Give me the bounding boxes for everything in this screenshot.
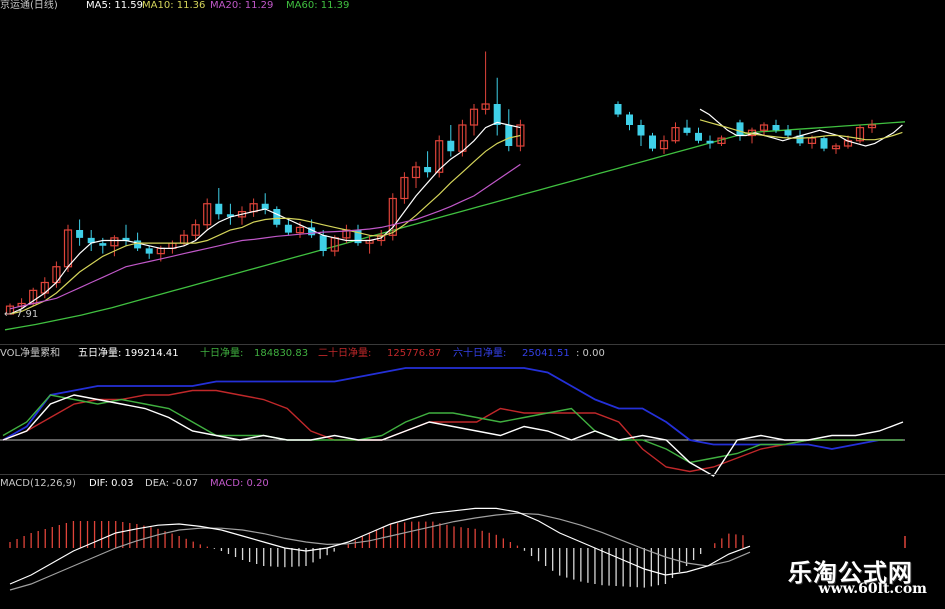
- candle-candle-down: [76, 230, 84, 238]
- ten-day-net-line: [2, 394, 903, 464]
- ma20-line: [9, 163, 521, 310]
- candle-candle-down: [215, 203, 223, 215]
- stock-chart-window: { "price_header": { "title": "京运通(日线)", …: [0, 0, 945, 609]
- dea-line: [9, 512, 751, 591]
- candle-b-candle-down: [706, 140, 714, 144]
- twenty-day-net-label: 二十日净量:: [318, 348, 372, 359]
- candle-candle-down: [134, 240, 142, 249]
- ma60-label: MA60: 11.39: [286, 0, 350, 11]
- candle-candle-down: [447, 140, 455, 152]
- candle-b-candle-down: [649, 135, 656, 149]
- volume-net-panel: [0, 367, 905, 477]
- panel-divider-1: [0, 344, 945, 345]
- candle-b-candle-down: [626, 114, 633, 125]
- low-price-arrow: ←: [4, 309, 13, 320]
- candle-b-candle-down: [637, 125, 645, 136]
- candle-candle-down: [319, 235, 327, 251]
- ma20-label: MA20: 11.29: [210, 0, 274, 11]
- candle-candle-down: [261, 203, 269, 209]
- candle-c-candle-down: [772, 125, 780, 131]
- candle-candle-down: [505, 125, 513, 146]
- candle-c-candle-down: [736, 122, 744, 136]
- macd-value-label: MACD: 0.20: [210, 478, 269, 489]
- candle-b-candle-down: [683, 127, 691, 133]
- panel-divider-2: [0, 474, 945, 475]
- ten-day-net-label: 十日净量:: [200, 348, 244, 359]
- sixty-day-net-label: 六十日净量:: [453, 348, 507, 359]
- candle-candle-down: [284, 224, 292, 233]
- candle-c-candle-down: [784, 130, 792, 136]
- watermark-line2: www.60lt.com: [818, 581, 927, 597]
- candle-b-candle-down: [695, 132, 702, 141]
- dif-label: DIF: 0.03: [89, 478, 134, 489]
- ma5-label: MA5: 11.59: [86, 0, 144, 11]
- five-day-net-line: [2, 394, 904, 477]
- candle-candle-down: [424, 167, 432, 173]
- candle-b-candle-down: [614, 104, 622, 115]
- ma60-line: [4, 121, 906, 331]
- five-day-net: 五日净量: 199214.41: [78, 348, 179, 359]
- watermark-logo: 乐淘公式网 www.60lt.com: [767, 549, 937, 603]
- price-panel: [4, 51, 906, 331]
- chart-canvas: [0, 51, 906, 591]
- candle-candle-down: [273, 209, 281, 225]
- low-price-label: 7.91: [16, 309, 39, 320]
- sixty-day-net-value: 25041.51: [522, 348, 570, 359]
- dea-label: DEA: -0.07: [145, 478, 199, 489]
- twenty-day-net-value: 125776.87: [387, 348, 442, 359]
- candle-c-candle-down: [820, 138, 828, 149]
- macd-title: MACD(12,26,9): [0, 478, 76, 489]
- ten-day-net-value: 184830.83: [254, 348, 309, 359]
- ma10-line: [9, 134, 521, 315]
- candle-candle-down: [145, 248, 153, 254]
- vol-tail-value: : 0.00: [576, 348, 605, 359]
- ma10-label: MA10: 11.36: [142, 0, 206, 11]
- vol-title: VOL净量累和: [0, 348, 61, 359]
- stock-title: 京运通(日线): [0, 0, 58, 11]
- candle-candle-down: [99, 243, 107, 246]
